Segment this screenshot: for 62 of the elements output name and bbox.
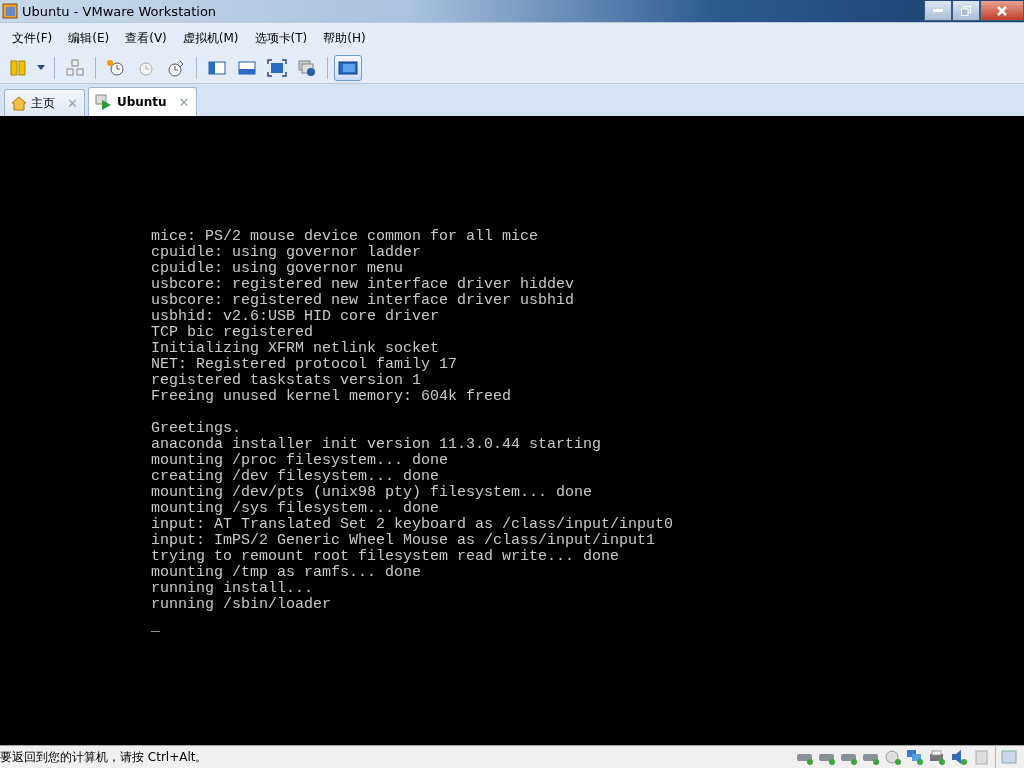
- tab[interactable]: 主页 ✕: [4, 89, 85, 116]
- menu-item[interactable]: 编辑(E): [60, 29, 118, 47]
- console-line: mice: PS/2 mouse device common for all mice: [151, 229, 539, 245]
- console-line: TCP bic registered: [151, 325, 314, 341]
- menu-item[interactable]: 帮助(H): [315, 29, 374, 47]
- console-line: usbcore: registered new interface driver hiddev: [151, 277, 575, 293]
- cd-icon[interactable]: [884, 749, 902, 765]
- console-line: creating /dev filesystem... done: [151, 469, 440, 485]
- app-icon: [2, 3, 18, 19]
- console-line: cpuidle: using governor menu: [151, 261, 404, 277]
- tab-label: Ubuntu: [116, 95, 167, 109]
- console-line: running /sbin/loader: [151, 597, 332, 613]
- printer-icon[interactable]: [928, 749, 946, 765]
- console-line: input: ImPS/2 Generic Wheel Mouse as /class/input/input1: [151, 533, 656, 549]
- minimize-icon: [933, 8, 943, 13]
- restore-button[interactable]: [952, 1, 980, 21]
- status-message: 要返回到您的计算机，请按 Ctrl+Alt。: [0, 748, 209, 766]
- console-line: NET: Registered protocol family 17: [151, 357, 458, 373]
- console-line: Greetings.: [151, 421, 241, 437]
- close-icon: [997, 5, 1007, 16]
- vm-console-screen[interactable]: [0, 116, 1024, 745]
- menu-item[interactable]: 查看(V): [117, 29, 175, 47]
- speaker-icon[interactable]: [950, 749, 968, 765]
- clock-icon: [106, 59, 126, 77]
- console-line: trying to remount root filesystem read write... done: [151, 549, 620, 565]
- console-view-icon: [338, 59, 358, 77]
- console-line: running install...: [151, 581, 314, 597]
- console-line: Initializing XFRM netlink socket: [151, 341, 440, 357]
- close-button[interactable]: [980, 1, 1024, 21]
- clock-icon: [136, 59, 156, 77]
- window-title: Ubuntu - VMware Workstation: [22, 3, 218, 19]
- thumbnail-bar-icon: [237, 59, 257, 77]
- console-line: registered taskstats version 1: [151, 373, 422, 389]
- pause-icon: [8, 59, 28, 77]
- console-line: mounting /proc filesystem... done: [151, 453, 449, 469]
- vm-play-icon: [94, 94, 113, 110]
- console-line: Freeing unused kernel memory: 604k freed: [151, 389, 512, 405]
- network-icon: [65, 59, 85, 77]
- fullscreen-icon: [267, 59, 287, 77]
- tab[interactable]: Ubuntu ✕: [87, 87, 197, 116]
- home-icon: [11, 95, 27, 111]
- tab-label: 主页: [31, 94, 55, 112]
- sidebar-icon: [207, 59, 227, 77]
- console-line: mounting /tmp as ramfs... done: [151, 565, 422, 581]
- console-line: cpuidle: using governor ladder: [151, 245, 422, 261]
- console-cursor: _: [151, 619, 160, 635]
- clock-wrench-icon: [166, 59, 186, 77]
- console-line: usbhid: v2.6:USB HID core driver: [151, 309, 440, 325]
- console-line: usbcore: registered new interface driver usbhid: [151, 293, 575, 309]
- console-line: input: AT Translated Set 2 keyboard as /class/input/input0: [151, 517, 674, 533]
- windows-info-icon: [297, 59, 317, 77]
- minimize-button[interactable]: [924, 1, 952, 21]
- menu-item[interactable]: 虚拟机(M): [174, 29, 247, 47]
- toolbar-button[interactable]: [334, 55, 362, 81]
- network-icon[interactable]: [906, 749, 924, 765]
- console-line: mounting /dev/pts (unix98 pty) filesystem... done: [151, 485, 593, 501]
- console-line: mounting /sys filesystem... done: [151, 501, 440, 517]
- console-line: anaconda installer init version 11.3.0.44 starting: [151, 437, 602, 453]
- caret-icon: [36, 65, 46, 71]
- restore-icon: [961, 5, 971, 16]
- menu-item[interactable]: 文件(F): [4, 29, 61, 47]
- menu-item[interactable]: 选项卡(T): [246, 29, 316, 47]
